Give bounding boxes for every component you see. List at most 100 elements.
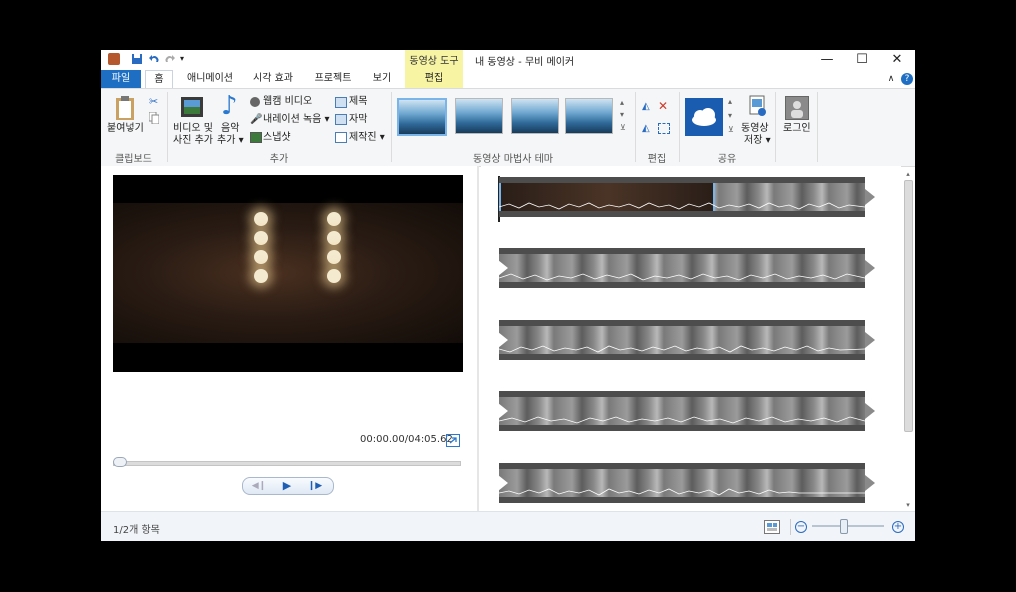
- close-button[interactable]: ✕: [880, 50, 914, 70]
- zoom-out-icon[interactable]: −: [795, 521, 807, 533]
- add-video-label-2[interactable]: 사진 추가: [173, 135, 213, 147]
- paste-label[interactable]: 붙여넣기: [107, 123, 144, 135]
- tab-animation[interactable]: 애니메이션: [179, 70, 241, 88]
- zoom-thumb[interactable]: [840, 519, 849, 534]
- webcam-label[interactable]: 웹캠 비디오: [263, 96, 312, 108]
- save-movie-icon[interactable]: [749, 95, 767, 117]
- credits-icon[interactable]: [335, 132, 347, 143]
- share-scroll-down-icon[interactable]: ▾: [728, 111, 732, 120]
- theme-thumbnail-4[interactable]: [565, 98, 613, 134]
- add-music-label-1[interactable]: 음악: [221, 123, 239, 135]
- storyboard-scrollbar[interactable]: ▴ ▾: [903, 170, 913, 511]
- caption-label[interactable]: 자막: [349, 114, 367, 126]
- zoom-in-icon[interactable]: +: [892, 521, 904, 533]
- narration-label[interactable]: 내레이션 녹음 ▾: [263, 114, 330, 126]
- onedrive-icon[interactable]: [685, 98, 723, 136]
- title-label[interactable]: 제목: [349, 96, 367, 108]
- film-edge: [499, 211, 865, 217]
- theme-thumbnail-2[interactable]: [455, 98, 503, 134]
- cut-icon[interactable]: ✂: [149, 95, 158, 108]
- app-icon[interactable]: [108, 53, 120, 65]
- context-tab-label: 동영상 도구: [409, 56, 459, 67]
- scroll-up-icon[interactable]: ▴: [903, 170, 913, 178]
- window-title: 내 동영상 - 무비 메이커: [475, 57, 575, 68]
- microphone-icon[interactable]: 🎤: [250, 114, 262, 125]
- storyboard-strip[interactable]: [498, 320, 875, 360]
- help-icon[interactable]: ?: [901, 73, 913, 85]
- time-display: 00:00.00/04:05.62: [360, 434, 453, 445]
- add-video-photo-icon[interactable]: [180, 95, 204, 119]
- video-light: [327, 212, 341, 226]
- maximize-button[interactable]: ☐: [845, 50, 879, 70]
- snapshot-icon[interactable]: [250, 132, 262, 143]
- redo-icon[interactable]: [164, 53, 176, 65]
- collapse-ribbon-icon[interactable]: ∧: [885, 70, 897, 88]
- film-edge: [499, 463, 865, 469]
- paste-icon[interactable]: [114, 95, 136, 121]
- minimize-button[interactable]: —: [810, 50, 844, 70]
- storyboard-strip[interactable]: [499, 177, 875, 217]
- login-label[interactable]: 로그인: [783, 123, 811, 135]
- fullscreen-icon[interactable]: [446, 434, 460, 447]
- tab-visual-effects[interactable]: 시각 효과: [247, 70, 299, 88]
- share-scroll-up-icon[interactable]: ▴: [728, 97, 732, 106]
- movie-maker-window: ▾ 동영상 도구 내 동영상 - 무비 메이커 — ☐ ✕ 파일 홈 애니메이션…: [101, 50, 915, 541]
- undo-icon[interactable]: [148, 53, 160, 65]
- save-icon[interactable]: [131, 53, 143, 65]
- thumbnail-size-icon[interactable]: [764, 520, 780, 534]
- delete-icon[interactable]: ✕: [658, 99, 668, 113]
- add-video-label-1[interactable]: 비디오 및: [173, 123, 213, 135]
- caption-icon[interactable]: [335, 114, 347, 125]
- storyboard-strip[interactable]: [498, 248, 875, 288]
- tab-file[interactable]: 파일: [101, 70, 141, 88]
- strip-start-marker: [498, 260, 508, 276]
- scroll-down-icon[interactable]: ▾: [903, 501, 913, 509]
- seek-thumb[interactable]: [113, 457, 127, 467]
- theme-thumbnail-1[interactable]: [397, 98, 447, 136]
- tab-home[interactable]: 홈: [145, 70, 173, 89]
- strip-end-marker: [865, 475, 875, 491]
- video-light: [327, 269, 341, 283]
- play-button[interactable]: ▶: [275, 478, 299, 494]
- seek-track[interactable]: [113, 461, 461, 466]
- webcam-icon[interactable]: [250, 97, 260, 107]
- rotate-right-icon[interactable]: ◭: [642, 123, 650, 134]
- next-frame-button[interactable]: ❙▶: [303, 478, 327, 494]
- customize-toolbar-icon[interactable]: ▾: [180, 53, 192, 65]
- copy-icon[interactable]: [148, 111, 160, 125]
- tab-edit[interactable]: 편집: [405, 70, 463, 88]
- preview-pane: 00:00.00/04:05.62 ◀❙ ▶ ❙▶: [101, 166, 477, 511]
- strip-end-marker: [865, 260, 875, 276]
- previous-frame-button[interactable]: ◀❙: [247, 478, 271, 494]
- item-count: 1/2개 항목: [113, 525, 160, 536]
- tab-project[interactable]: 프로젝트: [307, 70, 359, 88]
- storyboard-strip[interactable]: [498, 391, 875, 431]
- save-movie-label-2[interactable]: 저장 ▾: [744, 135, 771, 147]
- strip-end-marker: [865, 189, 875, 205]
- video-frame: [113, 203, 463, 343]
- login-icon[interactable]: [785, 96, 809, 120]
- music-icon[interactable]: ♪: [221, 91, 238, 121]
- share-more-icon[interactable]: ⊻: [728, 125, 734, 134]
- gallery-scroll-down-icon[interactable]: ▾: [620, 109, 624, 121]
- save-movie-label-1[interactable]: 동영상: [741, 123, 769, 135]
- theme-thumbnail-3[interactable]: [511, 98, 559, 134]
- add-music-label-2[interactable]: 추가 ▾: [217, 135, 244, 147]
- gallery-scroll-up-icon[interactable]: ▴: [620, 97, 624, 109]
- rotate-left-icon[interactable]: ◭: [642, 101, 650, 112]
- storyboard-strip[interactable]: [498, 463, 875, 503]
- share-group-label: 공유: [717, 154, 737, 165]
- tab-view[interactable]: 보기: [367, 70, 397, 88]
- snapshot-label[interactable]: 스냅샷: [263, 132, 291, 144]
- video-preview[interactable]: [113, 175, 463, 372]
- credits-label[interactable]: 제작진 ▾: [349, 132, 385, 144]
- gallery-more-icon[interactable]: ⊻: [620, 122, 626, 134]
- film-edge: [499, 425, 865, 431]
- select-all-icon[interactable]: [658, 123, 670, 134]
- pane-splitter[interactable]: [477, 166, 479, 511]
- video-light: [254, 269, 268, 283]
- title-icon[interactable]: [335, 97, 347, 108]
- clipboard-group-label: 클립보드: [115, 154, 152, 165]
- scroll-thumb[interactable]: [904, 180, 913, 432]
- audio-waveform: [499, 273, 865, 281]
